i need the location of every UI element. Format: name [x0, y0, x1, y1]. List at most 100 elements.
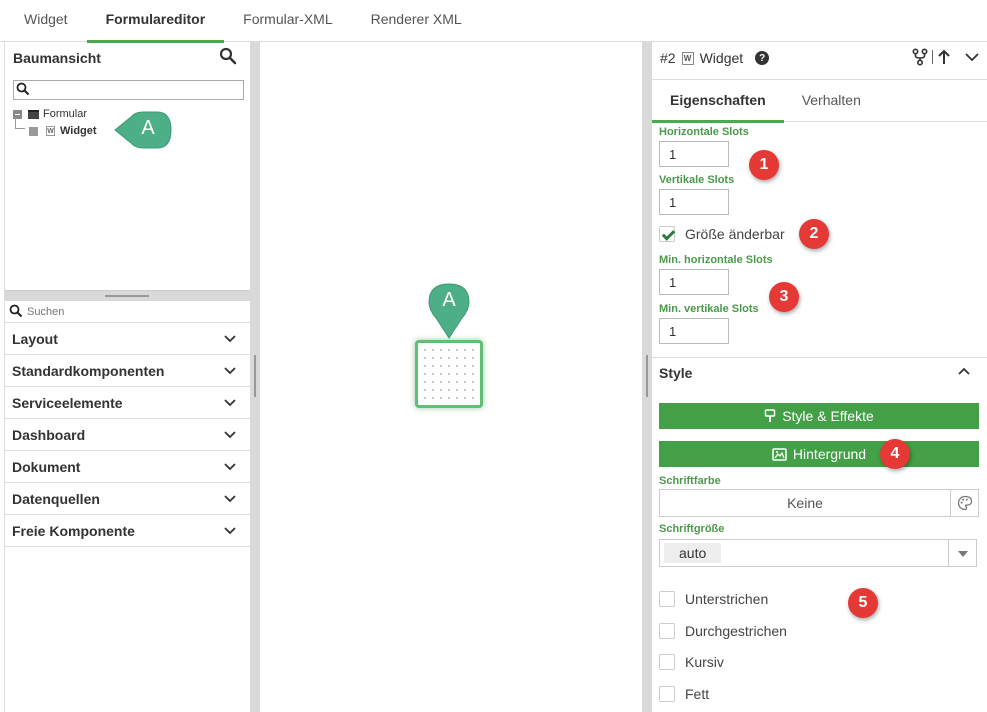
resizable-label: Größe änderbar — [685, 226, 785, 242]
tree-connector — [15, 117, 25, 129]
category-serviceelemente[interactable]: Serviceelemente — [5, 387, 251, 419]
splitter-grip[interactable] — [646, 355, 648, 397]
v-slots-label: Vertikale Slots — [659, 174, 735, 186]
header-actions — [912, 48, 981, 66]
chevron-down-icon — [224, 526, 236, 534]
style-section-title[interactable]: Style — [659, 365, 692, 381]
form-icon — [28, 109, 39, 119]
search-icon — [16, 82, 30, 96]
chevron-down-icon[interactable] — [963, 50, 981, 64]
strikethrough-checkbox[interactable] — [659, 623, 675, 639]
paint-brush-icon — [764, 409, 776, 422]
background-button[interactable]: Hintergrund — [659, 441, 979, 467]
tree-node-label: Widget — [60, 125, 97, 137]
component-panel: Layout Standardkomponenten Serviceelemen… — [5, 301, 251, 712]
splitter-grip[interactable] — [105, 295, 149, 297]
resizable-checkbox[interactable] — [659, 226, 675, 242]
category-dokument[interactable]: Dokument — [5, 451, 251, 483]
tab-renderer-xml[interactable]: Renderer XML — [352, 0, 481, 42]
image-icon — [772, 447, 787, 461]
properties-panel: #2 W Widget ? Eigenschaften Verhalten Ho… — [652, 42, 987, 712]
branch-icon[interactable] — [912, 48, 928, 66]
tree-view-title: Baumansicht — [13, 50, 101, 66]
left-sidebar: Baumansicht Formular W Widget A Suchen L… — [4, 42, 251, 712]
font-size-select[interactable]: auto — [659, 539, 977, 567]
category-dashboard[interactable]: Dashboard — [5, 419, 251, 451]
font-size-label: Schriftgröße — [659, 523, 725, 535]
strikethrough-checkbox-row[interactable]: Durchgestrichen — [659, 623, 787, 639]
properties-header: #2 W Widget ? — [652, 42, 987, 80]
palette-button[interactable] — [950, 489, 979, 517]
tab-widget[interactable]: Widget — [5, 0, 87, 42]
min-v-slots-label: Min. vertikale Slots — [659, 303, 759, 315]
chevron-down-icon — [224, 366, 236, 374]
right-vertical-splitter[interactable] — [642, 42, 652, 712]
tree-node-label: Formular — [43, 108, 88, 120]
element-id: #2 W Widget ? — [660, 50, 770, 66]
chevron-up-icon[interactable] — [957, 364, 971, 378]
bold-checkbox[interactable] — [659, 686, 675, 702]
element-type-name: Widget — [699, 50, 744, 66]
tree-search-input[interactable] — [13, 80, 244, 100]
search-icon — [9, 304, 23, 318]
callout-badge-3: 3 — [769, 282, 799, 312]
chevron-down-icon — [224, 462, 236, 470]
dropdown-caret-icon[interactable] — [948, 540, 976, 566]
font-color-field[interactable]: Keine — [659, 489, 951, 517]
horizontal-splitter[interactable] — [5, 291, 251, 301]
h-slots-label: Horizontale Slots — [659, 126, 749, 138]
search-icon[interactable] — [219, 47, 237, 65]
arrow-up-icon[interactable] — [937, 49, 951, 65]
style-effects-button[interactable]: Style & Effekte — [659, 403, 979, 429]
italic-checkbox[interactable] — [659, 654, 675, 670]
underline-checkbox[interactable] — [659, 591, 675, 607]
tab-formular-xml[interactable]: Formular-XML — [224, 0, 351, 42]
tree-view-panel: Baumansicht Formular W Widget A — [5, 42, 251, 291]
tab-eigenschaften[interactable]: Eigenschaften — [652, 80, 784, 123]
category-standardkomponenten[interactable]: Standardkomponenten — [5, 355, 251, 387]
min-h-slots-label: Min. horizontale Slots — [659, 254, 773, 266]
properties-tabs: Eigenschaften Verhalten — [652, 80, 987, 123]
splitter-grip[interactable] — [254, 355, 256, 397]
widget-element[interactable] — [415, 340, 483, 408]
min-h-slots-input[interactable] — [659, 269, 729, 295]
component-search-input[interactable] — [27, 303, 247, 321]
help-icon[interactable]: ? — [755, 51, 770, 65]
category-datenquellen[interactable]: Datenquellen — [5, 483, 251, 515]
component-category-list: Layout Standardkomponenten Serviceelemen… — [5, 322, 251, 547]
chevron-down-icon — [224, 494, 236, 502]
section-divider — [652, 357, 987, 358]
category-freie-komponente[interactable]: Freie Komponente — [5, 515, 251, 547]
form-canvas[interactable]: A — [260, 42, 642, 712]
callout-badge-4: 4 — [880, 439, 910, 469]
min-v-slots-input[interactable] — [659, 318, 729, 344]
resizable-checkbox-row[interactable]: Größe änderbar — [659, 226, 785, 242]
element-number: #2 — [660, 50, 676, 66]
tab-formulareditor[interactable]: Formulareditor — [86, 0, 225, 43]
tree-node-widget[interactable]: W Widget — [29, 125, 97, 137]
widget-type-icon: W — [46, 126, 55, 136]
chevron-down-icon — [224, 398, 236, 406]
chevron-down-icon — [224, 334, 236, 342]
h-slots-input[interactable] — [659, 141, 729, 167]
v-slots-input[interactable] — [659, 189, 729, 215]
separator — [932, 50, 933, 64]
palette-icon — [957, 495, 972, 511]
underline-checkbox-row[interactable]: Unterstrichen — [659, 591, 768, 607]
bold-checkbox-row[interactable]: Fett — [659, 686, 709, 702]
font-size-value: auto — [664, 543, 722, 563]
callout-badge-2: 2 — [799, 219, 829, 249]
category-layout[interactable]: Layout — [5, 323, 251, 355]
marker-pin-label: A — [442, 289, 456, 311]
node-square-icon — [29, 126, 38, 136]
italic-checkbox-row[interactable]: Kursiv — [659, 654, 724, 670]
callout-badge-1: 1 — [749, 150, 779, 180]
tab-verhalten[interactable]: Verhalten — [784, 80, 879, 122]
marker-pin-label: A — [141, 117, 155, 139]
font-color-label: Schriftfarbe — [659, 475, 721, 487]
callout-badge-5: 5 — [848, 588, 878, 618]
top-tab-bar: Widget Formulareditor Formular-XML Rende… — [0, 0, 987, 43]
widget-type-icon: W — [681, 51, 694, 65]
left-vertical-splitter[interactable] — [250, 42, 260, 712]
chevron-down-icon — [224, 430, 236, 438]
